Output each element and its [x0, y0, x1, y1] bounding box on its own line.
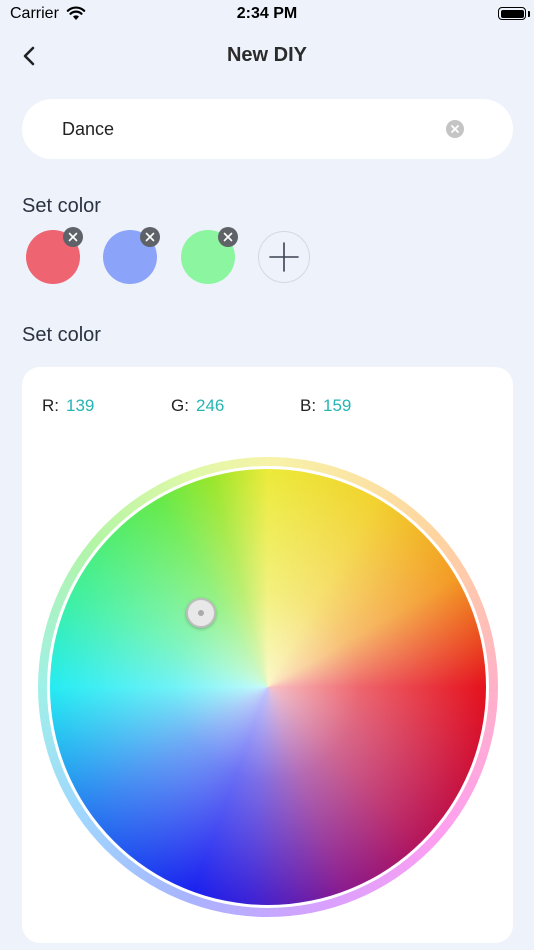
clear-button[interactable] [446, 120, 464, 138]
clear-icon [451, 125, 459, 133]
remove-swatch-button[interactable] [63, 227, 83, 247]
preset-colors-title: Set color [22, 195, 101, 217]
close-icon [223, 232, 233, 242]
status-bar: Carrier 2:34 PM [0, 0, 534, 30]
b-value: 159 [323, 396, 352, 415]
plus-icon [269, 242, 299, 272]
g-label: G: [171, 396, 189, 415]
thumb-dot [198, 610, 204, 616]
color-wheel[interactable] [50, 469, 486, 905]
close-icon [145, 232, 155, 242]
name-input[interactable] [62, 99, 432, 159]
remove-swatch-button[interactable] [140, 227, 160, 247]
color-swatch-blue[interactable] [103, 227, 160, 284]
color-picker-card: R: 139 G: 246 B: 159 [22, 367, 513, 943]
page-title: New DIY [226, 44, 308, 66]
nav-bar: New DIY [0, 34, 534, 78]
battery-nub [528, 11, 530, 17]
picker-title: Set color [22, 324, 101, 346]
color-wheel-thumb[interactable] [186, 598, 216, 628]
name-field [22, 99, 513, 159]
battery-icon [498, 7, 526, 20]
r-label: R: [42, 396, 59, 415]
close-icon [68, 232, 78, 242]
remove-swatch-button[interactable] [218, 227, 238, 247]
color-swatch-green[interactable] [181, 227, 238, 284]
r-value: 139 [66, 396, 95, 415]
color-swatch-red[interactable] [26, 227, 83, 284]
g-value: 246 [196, 396, 225, 415]
status-time: 2:34 PM [236, 5, 298, 22]
add-color-button[interactable] [258, 231, 310, 283]
b-label: B: [300, 396, 317, 415]
